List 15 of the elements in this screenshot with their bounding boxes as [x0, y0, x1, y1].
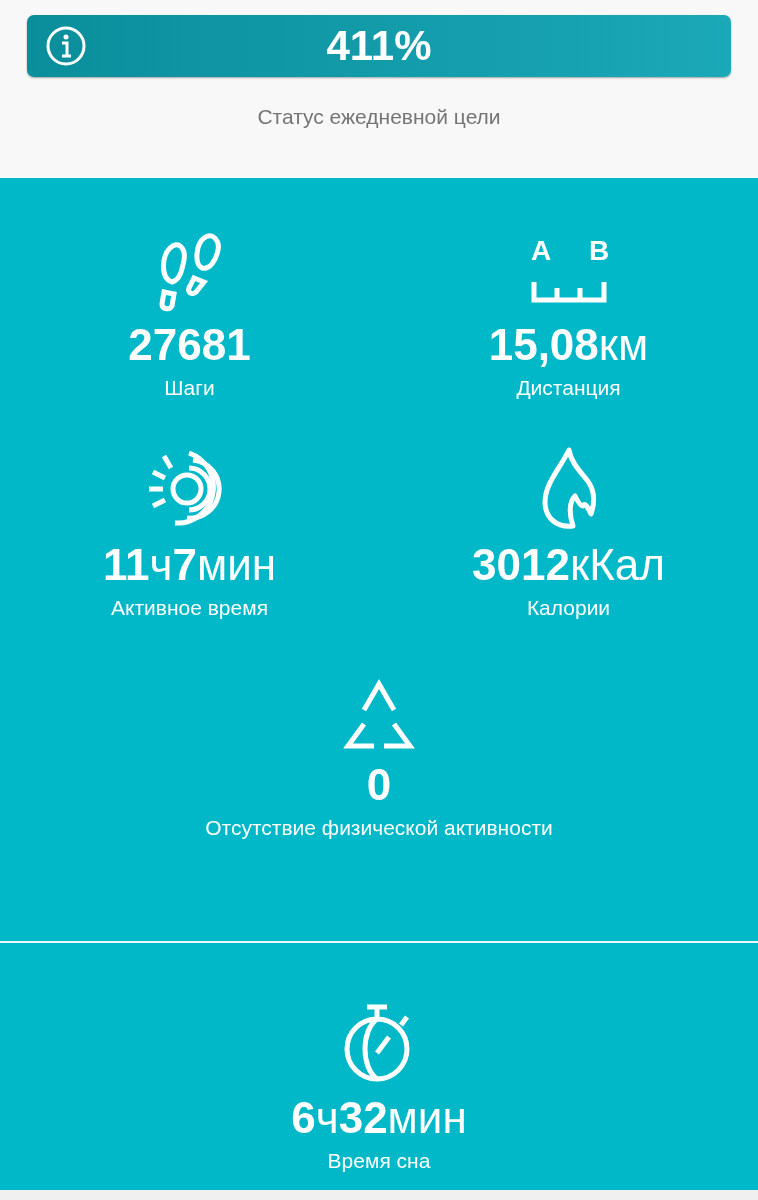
metric-value: 3012кКал	[472, 539, 665, 591]
metric-value: 11ч7мин	[102, 539, 277, 591]
sleep-value: 6ч32мин	[291, 1092, 467, 1144]
metric-label: Дистанция	[516, 375, 621, 401]
metric-value: 0	[366, 759, 392, 811]
metric-label: Калории	[526, 595, 611, 621]
metric-value: 15,08км	[488, 319, 649, 371]
sleep-label: Время сна	[327, 1148, 431, 1174]
goal-caption: Статус ежедневной цели	[256, 105, 502, 129]
metric-value: 27681	[128, 319, 251, 371]
metric-label: Отсутствие физической активности	[205, 815, 553, 841]
metric-label: Шаги	[164, 375, 215, 401]
info-icon[interactable]	[45, 25, 87, 67]
metric-label: Активное время	[110, 595, 269, 621]
goal-percent: 411%	[326, 22, 432, 70]
